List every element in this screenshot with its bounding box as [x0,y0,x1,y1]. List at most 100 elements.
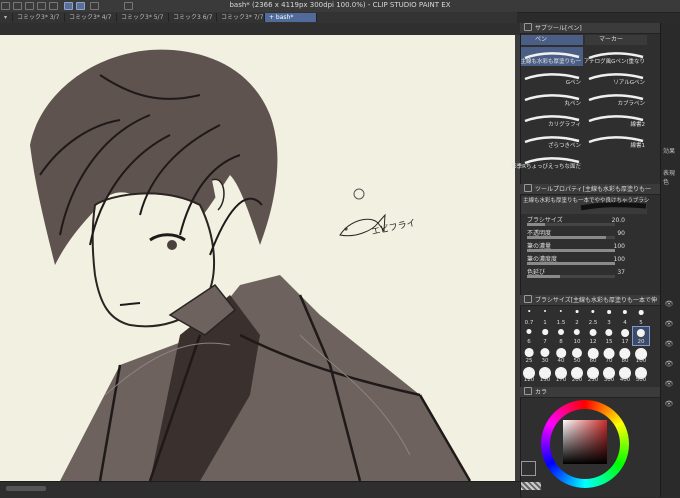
property-value: 100 [613,256,625,263]
eye-icon[interactable]: 👁 [663,300,675,308]
property-slider[interactable] [527,249,615,252]
brush-size-title: ブラシサイズ[主線も水彩も厚塗りも一本で伸 [535,297,658,304]
display-color-label: 表現色 [663,170,676,186]
brush-item[interactable]: リアルGペン [585,68,647,87]
tab-marker[interactable]: マーカー [585,35,647,45]
brush-size-label: 60 [589,358,597,364]
document-tab[interactable]: コミック3* 7/7 [217,13,265,22]
drawing-canvas[interactable]: エビフライ [0,35,515,481]
eye-icon[interactable]: 👁 [663,320,675,328]
property-slider[interactable] [527,262,615,265]
brush-size-option[interactable]: 500 [633,365,649,383]
brush-item[interactable]: 彩季Rちょっびえっちな面だ [511,152,583,171]
property-slider[interactable] [527,236,615,239]
brush-size-option[interactable]: 7 [537,327,553,345]
brush-size-dot [636,329,646,338]
brush-item[interactable]: カブラペン [585,89,647,108]
document-tab-active[interactable]: + bash* [265,13,317,22]
brush-size-dot [591,310,595,314]
brush-item[interactable]: 線書1 [585,131,647,150]
document-tab[interactable]: コミック3* 3/7 [13,13,65,22]
brush-size-option[interactable]: 200 [569,365,585,383]
eye-icon[interactable]: 👁 [663,340,675,348]
eye-icon[interactable]: 👁 [663,400,675,408]
brush-size-option[interactable]: 100 [633,346,649,364]
scroll-thumb[interactable] [6,486,46,491]
brush-size-option[interactable]: 60 [585,346,601,364]
brush-size-option[interactable]: 10 [569,327,585,345]
brush-size-dot [556,348,566,358]
brush-size-option[interactable]: 70 [601,346,617,364]
tool-property-row[interactable]: 色延び 37 [527,268,635,279]
brush-size-option[interactable]: 3 [601,308,617,326]
brush-size-option[interactable]: 12 [585,327,601,345]
brush-size-option[interactable]: 170 [553,365,569,383]
property-value: 37 [617,269,625,276]
brush-size-label: 5 [639,320,643,326]
property-value: 90 [617,230,625,237]
brush-size-option[interactable]: 400 [617,365,633,383]
tool-property-row[interactable]: 筆の濃量 100 [527,242,635,253]
brush-size-dot [573,329,581,336]
tab-scroll-left-icon[interactable]: ▾ [0,13,13,22]
brush-size-option[interactable]: 0.7 [521,308,537,326]
tab-pen[interactable]: ペン [521,35,583,45]
brush-size-dot [589,329,597,336]
color-panel-header: カラ [520,387,660,398]
brush-item[interactable]: アナログ風Gペン(重なり [584,47,647,66]
brush-item[interactable]: カリグラフィ [521,110,583,129]
brush-size-option[interactable]: 1.5 [553,308,569,326]
saturation-value-square[interactable] [563,420,607,464]
brush-item[interactable]: 丸ペン [521,89,583,108]
canvas-horizontal-scrollbar[interactable] [0,481,520,498]
brush-size-option[interactable]: 20 [632,326,650,346]
brush-item[interactable]: ざらつきペン [521,131,583,150]
main-color-swatch[interactable] [521,461,536,476]
document-tab[interactable]: コミック3* 5/7 [117,13,169,22]
brush-size-dot [540,348,550,358]
eye-icon[interactable]: 👁 [663,360,675,368]
eye-icon[interactable]: 👁 [663,380,675,388]
brush-size-label: 0.7 [524,320,534,326]
brush-size-option[interactable]: 150 [537,365,553,383]
property-slider[interactable] [527,223,615,226]
brush-item[interactable]: 主線も水彩も厚塗りも一 [520,47,583,66]
brush-size-option[interactable]: 8 [553,327,569,345]
brush-size-option[interactable]: 2 [569,308,585,326]
brush-size-label: 17 [621,339,629,345]
tool-property-row[interactable]: ブラシサイズ 20.0 [527,216,635,227]
brush-size-option[interactable]: 80 [617,346,633,364]
brush-size-option[interactable]: 120 [521,365,537,383]
tool-property-row[interactable]: 筆の濃度度 100 [527,255,635,266]
brush-label: Gペン [565,80,581,86]
document-tab[interactable]: コミック3* 4/7 [65,13,117,22]
brush-item[interactable]: 線書2 [585,110,647,129]
brush-label: 彩季Rちょっびえっちな面だ [511,164,581,170]
document-tab[interactable]: コミック3 6/7 [169,13,217,22]
brush-size-option[interactable]: 40 [553,346,569,364]
brush-size-option[interactable]: 15 [601,327,617,345]
transparent-color-swatch[interactable] [521,482,541,490]
brush-size-label: 170 [555,377,567,383]
brush-size-option[interactable]: 1 [537,308,553,326]
brush-size-option[interactable]: 25 [521,346,537,364]
brush-size-option[interactable]: 30 [537,346,553,364]
brush-size-label: 1 [543,320,547,326]
brush-size-option[interactable]: 300 [601,365,617,383]
brush-size-option[interactable]: 5 [633,308,649,326]
brush-item[interactable]: Gペン [521,68,583,87]
brush-preset-label: 主線も水彩も厚塗りも一本でやや良けちゃうブラシ [523,198,650,204]
brush-size-option[interactable]: 2.5 [585,308,601,326]
brush-size-option[interactable]: 250 [585,365,601,383]
property-slider[interactable] [527,275,615,278]
brush-size-label: 30 [541,358,549,364]
brush-size-label: 20 [637,339,645,345]
brush-size-option[interactable]: 6 [521,327,537,345]
tool-property-row[interactable]: 不透明度 90 [527,229,635,240]
brush-size-option[interactable]: 4 [617,308,633,326]
brush-size-header: ブラシサイズ[主線も水彩も厚塗りも一本で伸 [520,295,660,306]
brush-size-option[interactable]: 17 [617,327,633,345]
property-slider-fill [527,249,615,252]
brush-size-option[interactable]: 50 [569,346,585,364]
color-wheel[interactable] [541,400,629,488]
